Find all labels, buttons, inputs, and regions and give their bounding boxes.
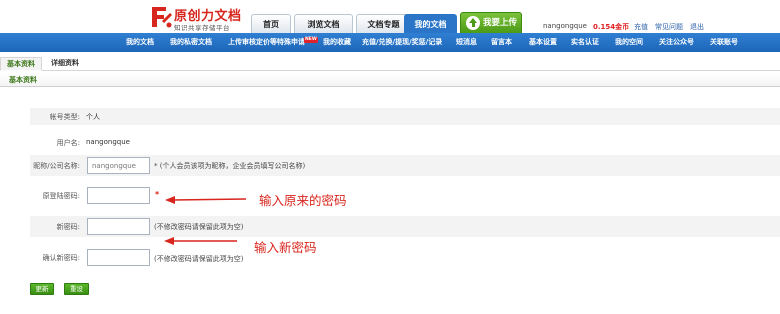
nav-my-space[interactable]: 我的空间: [615, 33, 643, 52]
username-display[interactable]: nangongque: [543, 22, 587, 30]
upload-arrow-icon: [466, 16, 480, 30]
annotation-arrow-old-password: [165, 196, 247, 204]
new-password-input[interactable]: [87, 218, 150, 235]
nav-my-docs[interactable]: 我的文档: [126, 33, 154, 52]
nav-basic-settings[interactable]: 基本设置: [529, 33, 557, 52]
reset-button[interactable]: 重设: [64, 283, 89, 295]
confirm-password-input[interactable]: [87, 249, 150, 266]
account-nav: 我的文档 我的私密文档 上传审核定价等特殊申请 NEW 我的收藏 充值/兑换/提…: [0, 33, 780, 52]
recharge-link[interactable]: 充值: [634, 22, 648, 32]
new-password-hint: (不修改密码请保留此项为空): [154, 223, 244, 231]
account-type-row: 帐号类型: 个人: [30, 108, 780, 125]
subtab-basic-info[interactable]: 基本资料: [0, 57, 42, 71]
faq-link[interactable]: 常见问题: [655, 22, 683, 32]
top-header: 原创力文档 知识共享存储平台 首页 浏览文档 文档专题 我的文档 我要上传 na…: [0, 0, 780, 33]
upload-button[interactable]: 我要上传: [460, 12, 522, 33]
confirm-password-hint: (不修改密码请保留此项为空): [154, 255, 244, 263]
upload-label: 我要上传: [483, 18, 518, 28]
site-logo[interactable]: 原创力文档 知识共享存储平台: [150, 5, 245, 32]
annotation-new-password: 输入新密码: [254, 240, 317, 255]
new-password-row: 新密码: (不修改密码请保留此项为空): [30, 216, 780, 237]
username-label: 用户名:: [56, 139, 80, 147]
username-row: 用户名: nangongque: [30, 134, 780, 151]
section-header: 基本资料: [0, 73, 780, 87]
tab-my-docs[interactable]: 我的文档: [404, 14, 457, 33]
logo-mark-icon: [152, 7, 172, 28]
new-password-label: 新密码:: [56, 223, 80, 231]
required-marker: *: [155, 190, 160, 199]
nav-favorites[interactable]: 我的收藏: [323, 33, 351, 52]
profile-subtabs: 基本资料 详细资料: [0, 57, 780, 71]
new-badge: NEW: [304, 37, 318, 43]
old-password-row: 原登陆密码: *: [30, 186, 780, 206]
nav-recharge-records[interactable]: 充值/兑换/提现/奖惩/记录: [362, 33, 442, 52]
update-button[interactable]: 更新: [30, 283, 54, 295]
account-type-label: 帐号类型:: [49, 113, 80, 121]
confirm-password-row: 确认新密码: (不修改密码请保留此项为空): [30, 248, 780, 268]
nickname-row: 昵称/公司名称: * (个人会员该项为昵称，企业会员填写公司名称): [30, 155, 780, 176]
nav-linked-accounts[interactable]: 关联账号: [710, 33, 738, 52]
account-type-value: 个人: [86, 113, 100, 121]
nickname-label: 昵称/公司名称:: [33, 162, 80, 170]
nav-private-docs[interactable]: 我的私密文档: [170, 33, 212, 52]
old-password-label: 原登陆密码:: [42, 192, 80, 200]
nav-follow-account[interactable]: 关注公众号: [659, 33, 694, 52]
tab-home[interactable]: 首页: [251, 14, 291, 33]
subtab-detailed-info[interactable]: 详细资料: [46, 57, 84, 71]
logout-link[interactable]: 退出: [690, 22, 704, 32]
username-value: nangongque: [86, 138, 130, 146]
nav-real-name[interactable]: 实名认证: [571, 33, 599, 52]
nav-special-requests[interactable]: 上传审核定价等特殊申请: [228, 33, 305, 52]
nickname-input[interactable]: [87, 157, 150, 174]
nav-messages[interactable]: 短消息: [456, 33, 477, 52]
coin-balance: 0.154金币: [593, 23, 630, 31]
nickname-hint: * (个人会员该项为昵称，企业会员填写公司名称): [154, 162, 306, 170]
tab-doc-topics[interactable]: 文档专题: [356, 14, 411, 33]
confirm-password-label: 确认新密码:: [42, 254, 80, 262]
nav-guestbook[interactable]: 留言本: [491, 33, 512, 52]
annotation-old-password: 输入原来的密码: [259, 193, 347, 208]
annotation-arrow-new-password: [164, 237, 237, 245]
section-title: 基本资料: [9, 76, 37, 84]
logo-subtitle: 知识共享存储平台: [174, 24, 230, 32]
tab-browse-docs[interactable]: 浏览文档: [294, 14, 353, 33]
old-password-input[interactable]: [87, 187, 150, 204]
